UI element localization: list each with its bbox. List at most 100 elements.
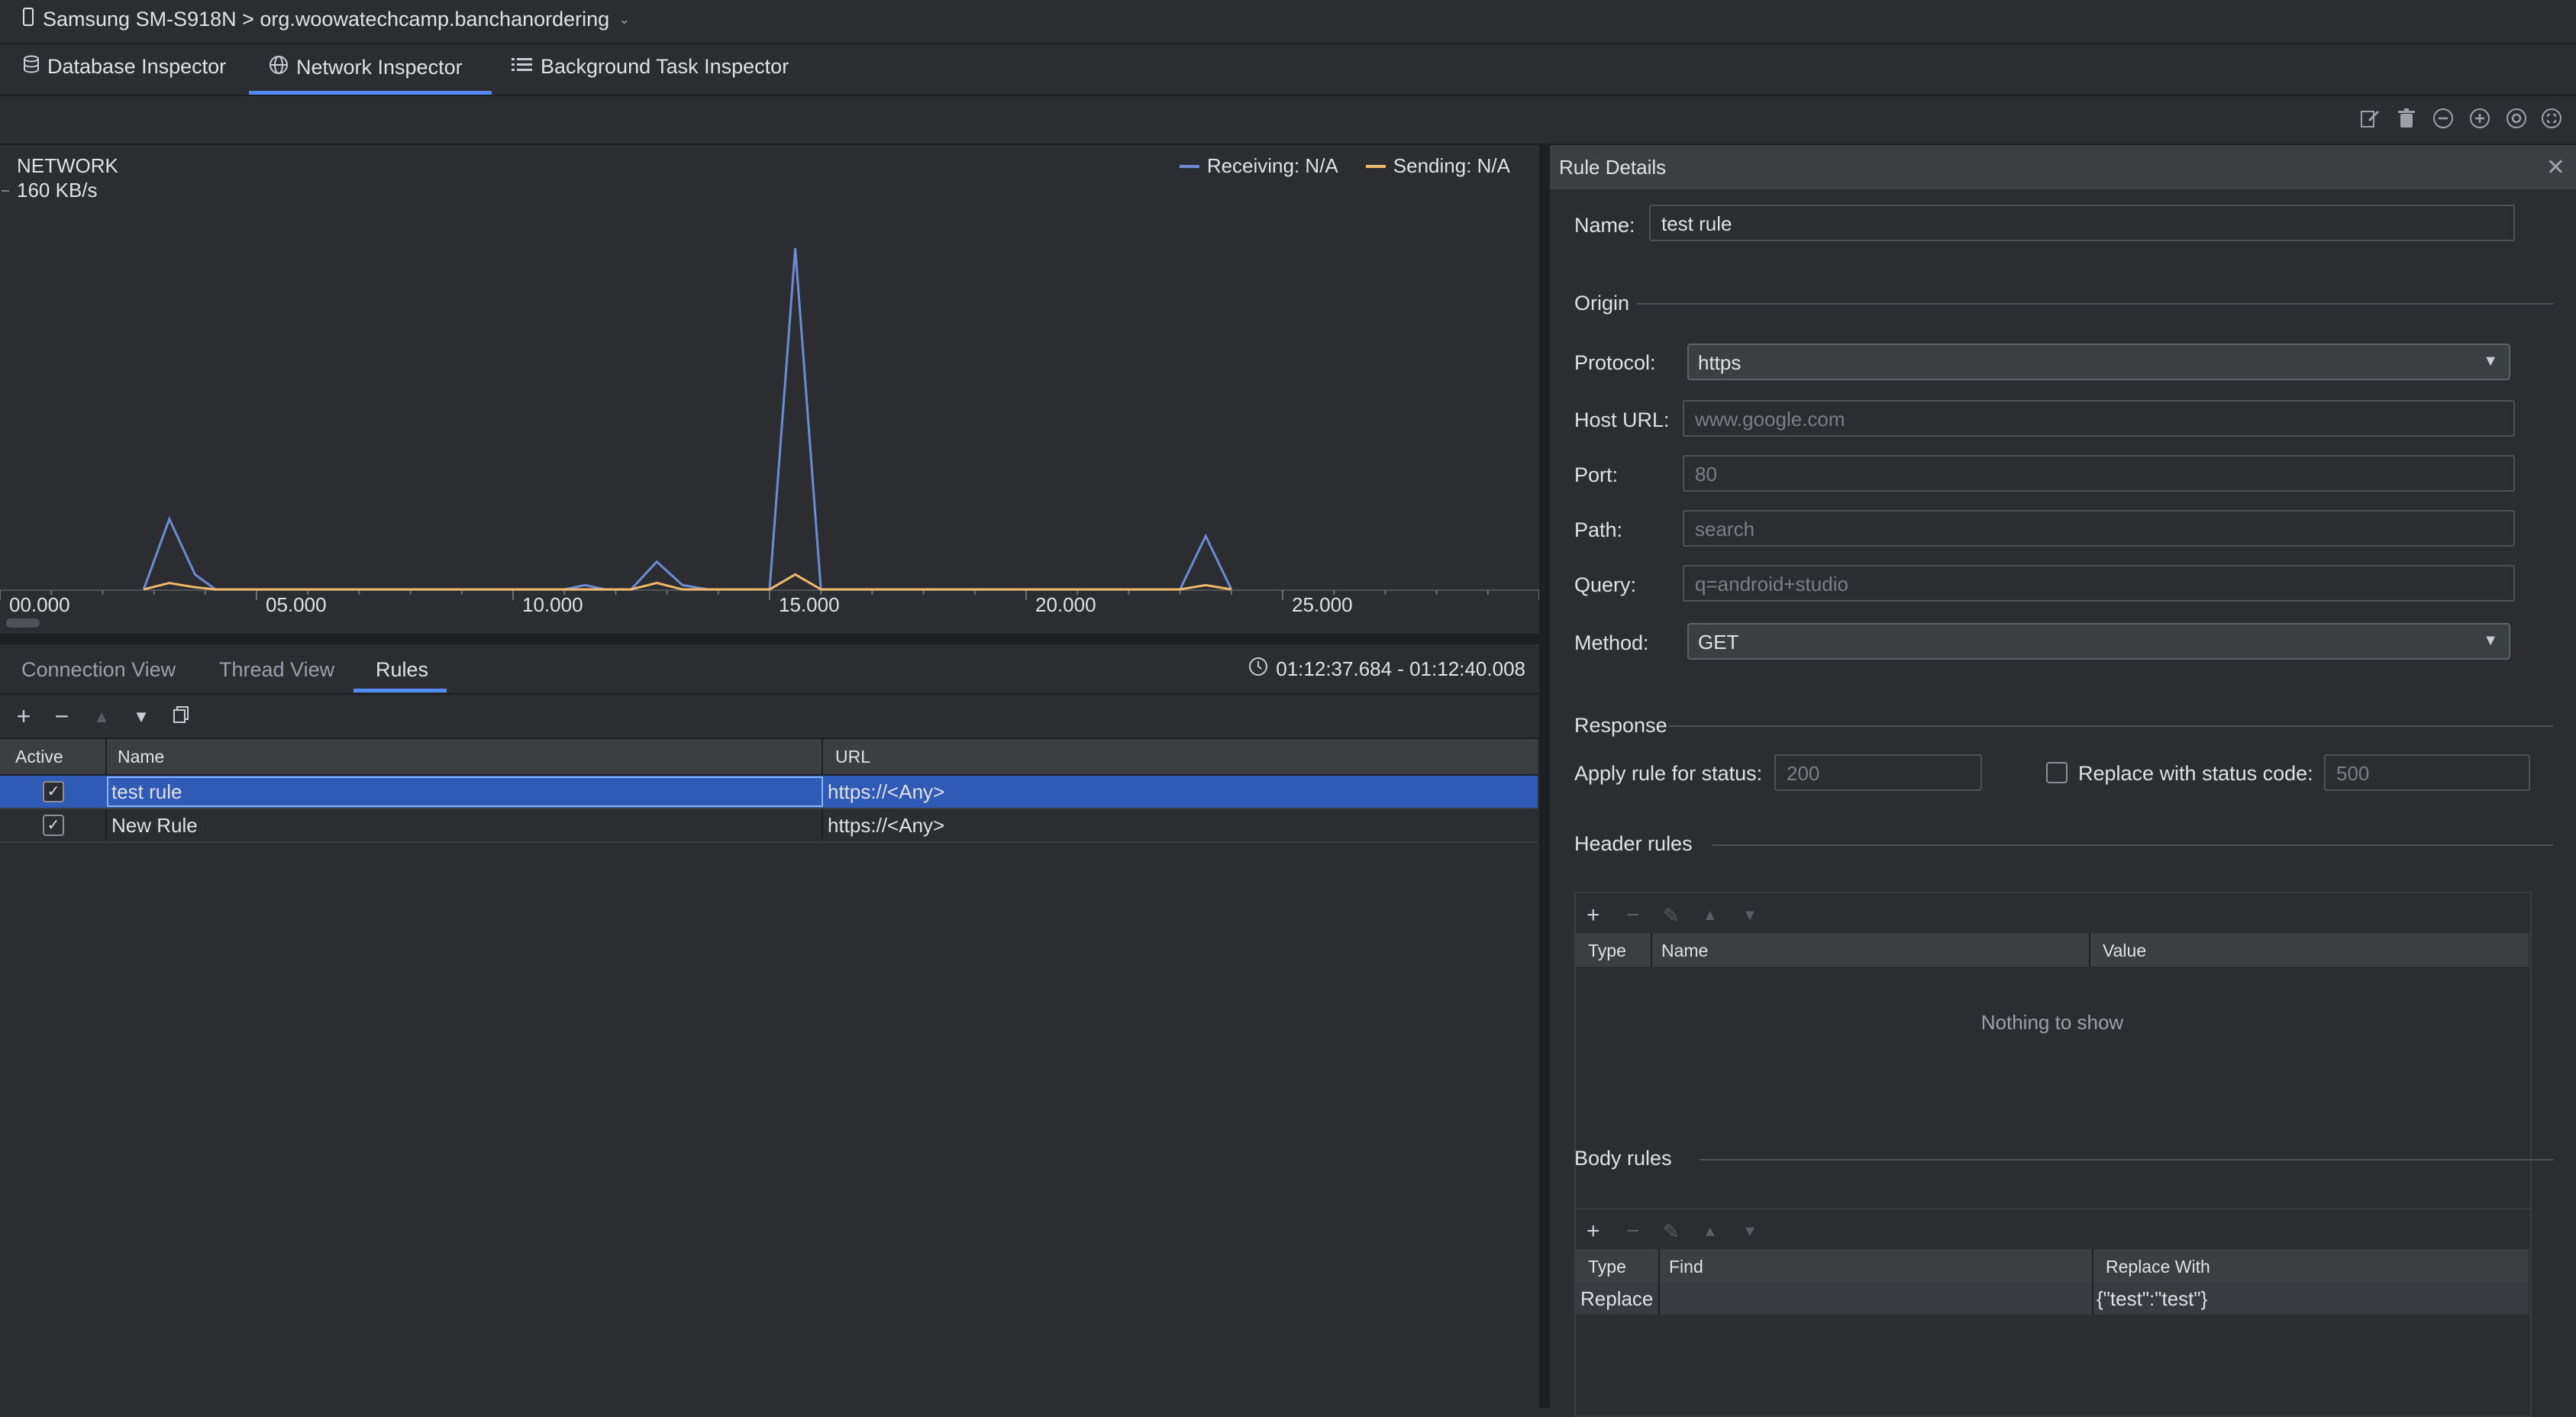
query-field[interactable]: q=android+studio	[1683, 565, 2515, 602]
column-header-type[interactable]: Type	[1588, 941, 1626, 961]
legend-swatch-receiving	[1179, 164, 1199, 168]
network-chart[interactable]: 00.000 05.000 10.000 15.000 20.000 25.000 NET…	[0, 145, 1539, 634]
edit-rule-icon[interactable]	[2358, 107, 2382, 131]
header-rules-title: Header rules	[1574, 832, 1693, 855]
move-up-icon[interactable]: ▲	[1703, 907, 1718, 925]
column-header-replace-with[interactable]: Replace With	[2106, 1257, 2210, 1277]
rule-name-field[interactable]: test rule	[1649, 205, 2515, 241]
path-field[interactable]: search	[1683, 510, 2515, 547]
rule-details-panel: Rule Details ✕ Name: test rule Origin Pr…	[1550, 145, 2576, 1417]
column-header-url[interactable]: URL	[835, 747, 870, 767]
add-header-rule-icon[interactable]: +	[1587, 902, 1600, 928]
column-divider	[1651, 933, 1652, 967]
clock-icon	[1248, 657, 1268, 682]
rules-table-header: Active Name URL	[0, 739, 1538, 776]
x-tick-label: 20.000	[1035, 593, 1096, 616]
database-icon	[23, 55, 40, 79]
move-up-icon[interactable]: ▲	[89, 707, 115, 727]
zoom-in-icon[interactable]	[2468, 107, 2492, 131]
tab-connection-view[interactable]: Connection View	[21, 658, 176, 682]
protocol-label: Protocol:	[1574, 351, 1656, 374]
copy-rule-icon[interactable]	[168, 702, 194, 731]
add-body-rule-icon[interactable]: +	[1587, 1218, 1600, 1244]
path-label: Path:	[1574, 518, 1623, 541]
tab-network-inspector[interactable]: Network Inspector	[269, 55, 463, 80]
tab-label: Database Inspector	[47, 55, 227, 78]
legend-swatch-sending	[1365, 164, 1386, 168]
legend-receiving: Receiving: N/A	[1179, 154, 1338, 178]
body-rule-replace-with: {"test":"test"}	[2097, 1287, 2208, 1310]
column-divider	[2089, 933, 2090, 967]
name-label: Name:	[1574, 214, 1635, 237]
name-cell-editor[interactable]	[107, 776, 823, 807]
x-tick-label: 10.000	[522, 593, 583, 616]
move-down-icon[interactable]: ▼	[1742, 907, 1758, 925]
trash-icon[interactable]	[2394, 107, 2419, 131]
device-selector[interactable]: Samsung SM-S918N > org.woowatechcamp.ban…	[23, 8, 630, 31]
table-row[interactable]: ✓ test rule https://<Any>	[0, 776, 1538, 809]
move-down-icon[interactable]: ▼	[1742, 1223, 1758, 1241]
edit-header-rule-icon[interactable]: ✎	[1663, 904, 1680, 928]
globe-icon	[269, 55, 289, 80]
tab-rules[interactable]: Rules	[376, 658, 428, 682]
rules-table: Active Name URL ✓ test rule https://<Any…	[0, 738, 1539, 1409]
column-divider	[1658, 1249, 1660, 1315]
chart-title: NETWORK	[17, 154, 118, 177]
close-icon[interactable]: ✕	[2546, 154, 2565, 181]
header-rules-table: + − ✎ ▲ ▼ Type Name Value Nothing to sho…	[1574, 892, 2532, 1255]
active-tab-indicator	[353, 689, 447, 692]
move-up-icon[interactable]: ▲	[1703, 1223, 1718, 1241]
column-header-active[interactable]: Active	[15, 747, 63, 767]
network-chart-svg: 00.000 05.000 10.000 15.000 20.000 25.000	[0, 190, 1539, 616]
protocol-select[interactable]: https ▼	[1687, 344, 2510, 380]
tab-thread-view[interactable]: Thread View	[219, 658, 334, 682]
host-url-field[interactable]: www.google.com	[1683, 400, 2515, 437]
tab-label: Network Inspector	[296, 56, 463, 79]
tab-background-task-inspector[interactable]: Background Task Inspector	[512, 55, 789, 79]
column-header-name[interactable]: Name	[118, 747, 164, 767]
table-row[interactable]: Replace {"test":"test"}	[1576, 1283, 2529, 1315]
divider	[1637, 303, 2553, 305]
network-toolbar	[0, 96, 2576, 145]
method-select[interactable]: GET ▼	[1687, 623, 2510, 660]
tab-label: Background Task Inspector	[541, 55, 789, 78]
view-tabs: Connection View Thread View Rules 01:12:…	[0, 644, 1539, 695]
column-header-value[interactable]: Value	[2103, 941, 2146, 961]
remove-rule-icon[interactable]: −	[49, 702, 75, 731]
rules-toolbar: + − ▲ ▼	[0, 695, 1539, 738]
move-down-icon[interactable]: ▼	[128, 707, 154, 727]
remove-header-rule-icon[interactable]: −	[1626, 902, 1640, 928]
table-row[interactable]: ✓ New Rule https://<Any>	[0, 809, 1538, 843]
chart-scrollbar[interactable]	[6, 618, 40, 628]
zoom-to-selection-icon[interactable]	[2539, 107, 2564, 131]
active-checkbox[interactable]: ✓	[43, 815, 64, 836]
time-range: 01:12:37.684 - 01:12:40.008	[1248, 657, 1525, 682]
legend-sending: Sending: N/A	[1365, 154, 1510, 178]
reset-zoom-icon[interactable]	[2504, 107, 2529, 131]
add-rule-icon[interactable]: +	[11, 702, 37, 731]
column-header-find[interactable]: Find	[1669, 1257, 1703, 1277]
port-field[interactable]: 80	[1683, 455, 2515, 492]
column-header-name[interactable]: Name	[1661, 941, 1708, 961]
replace-status-field[interactable]: 500	[2324, 754, 2530, 791]
replace-status-label: Replace with status code:	[2078, 762, 2313, 785]
list-icon	[512, 55, 533, 79]
zoom-out-icon[interactable]	[2431, 107, 2455, 131]
chart-legend: Receiving: N/A Sending: N/A	[1179, 154, 1510, 178]
receiving-series-line	[142, 247, 1233, 591]
edit-body-rule-icon[interactable]: ✎	[1663, 1220, 1680, 1244]
apply-status-field[interactable]: 200	[1774, 754, 1982, 791]
chart-divider[interactable]	[0, 634, 1539, 644]
host-url-label: Host URL:	[1574, 408, 1670, 431]
body-rules-title: Body rules	[1574, 1147, 1672, 1170]
apply-status-label: Apply rule for status:	[1574, 762, 1763, 785]
panel-splitter[interactable]	[1539, 145, 1550, 1408]
active-checkbox[interactable]: ✓	[43, 781, 64, 802]
replace-status-checkbox[interactable]	[2046, 762, 2068, 783]
query-label: Query:	[1574, 573, 1637, 596]
remove-body-rule-icon[interactable]: −	[1626, 1218, 1640, 1244]
dropdown-arrow-icon: ▼	[2483, 353, 2498, 370]
body-rules-table-header: Type Find Replace With	[1576, 1249, 2529, 1283]
column-header-type[interactable]: Type	[1588, 1257, 1626, 1277]
tab-database-inspector[interactable]: Database Inspector	[23, 55, 226, 79]
